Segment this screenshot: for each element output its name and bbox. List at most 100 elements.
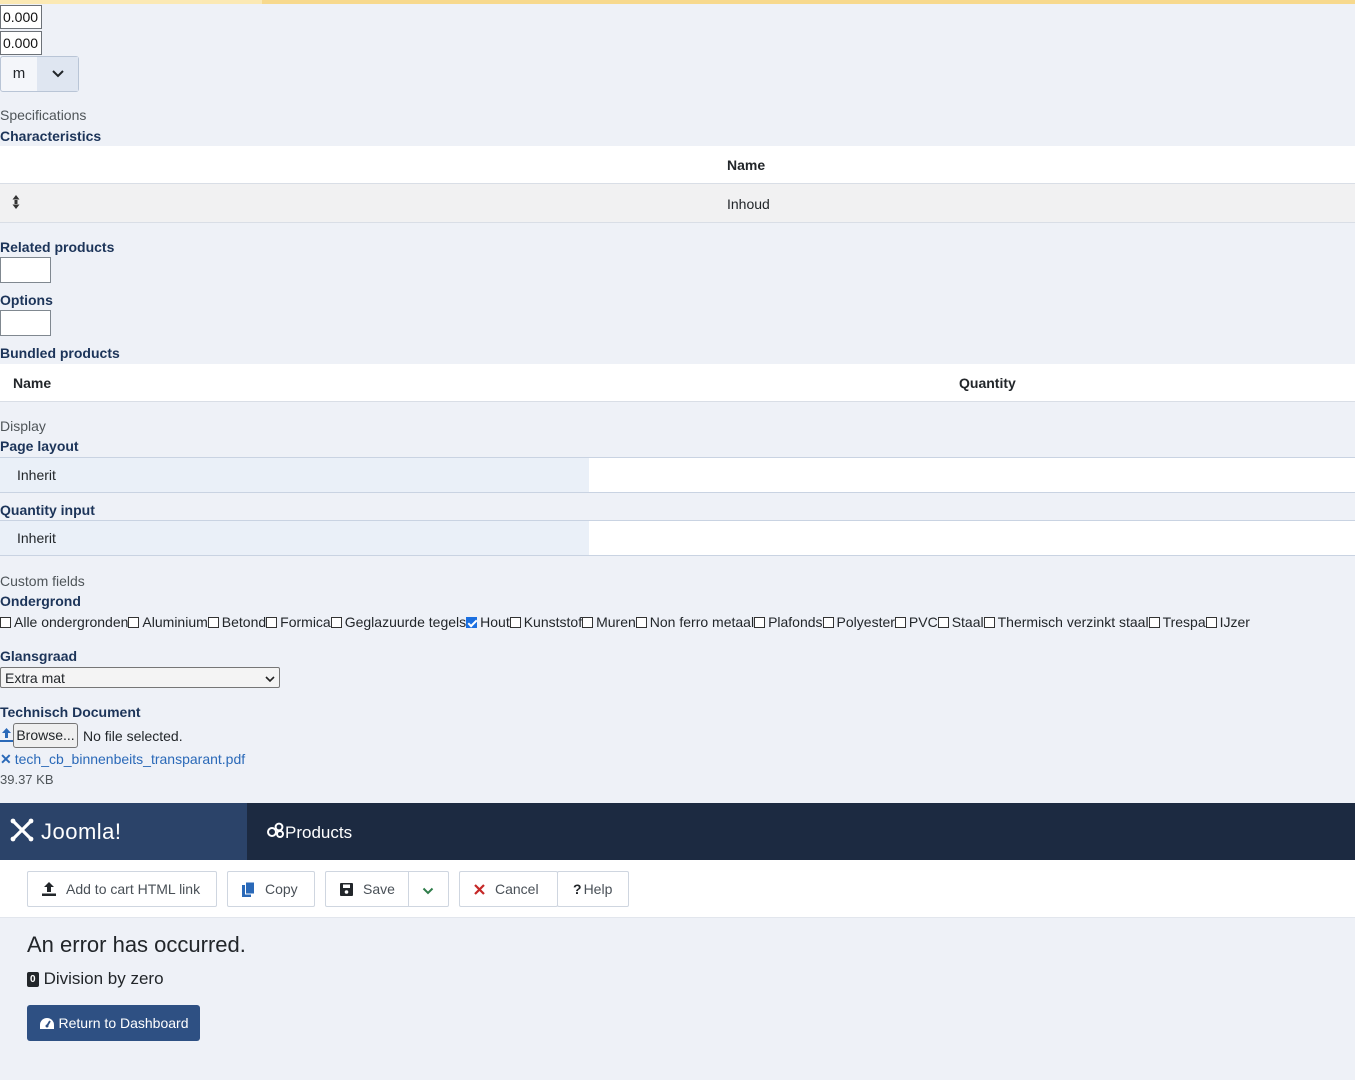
help-label: Help bbox=[583, 881, 613, 897]
cancel-button[interactable]: Cancel bbox=[459, 871, 558, 907]
ondergrond-option-label: Kunststof bbox=[523, 614, 583, 630]
ondergrond-option-label: IJzer bbox=[1219, 614, 1250, 630]
page-layout-select[interactable]: Inherit bbox=[0, 457, 1355, 493]
return-to-dashboard-label: Return to Dashboard bbox=[58, 1015, 189, 1031]
ondergrond-option-label: Alle ondergronden bbox=[14, 614, 129, 630]
display-section-label: Display bbox=[0, 418, 46, 434]
ondergrond-checkbox[interactable] bbox=[822, 616, 834, 628]
ondergrond-checkbox-group: Alle ondergronden Aluminium Betond Formica G… bbox=[0, 614, 1250, 630]
attached-file-link[interactable]: ✕ tech_cb_binnenbeits_transparant.pdf bbox=[0, 751, 245, 768]
page-title: Products bbox=[267, 822, 352, 843]
quantity-input-select[interactable]: Inherit bbox=[0, 520, 1355, 556]
ondergrond-option: Plafonds bbox=[754, 614, 823, 630]
ondergrond-option-label: Geglazuurde tegels bbox=[344, 614, 467, 630]
close-icon bbox=[474, 883, 485, 895]
ondergrond-checkbox[interactable] bbox=[128, 616, 140, 628]
glansgraad-select[interactable]: Extra mat bbox=[0, 667, 280, 688]
top-strip-accent bbox=[262, 0, 1355, 4]
bundled-products-label: Bundled products bbox=[0, 345, 120, 361]
ondergrond-checkbox[interactable] bbox=[509, 616, 521, 628]
remove-file-icon[interactable]: ✕ bbox=[0, 751, 12, 767]
ondergrond-option: Thermisch verzinkt staal bbox=[983, 614, 1149, 630]
quantity-input-option[interactable]: Inherit bbox=[0, 521, 589, 555]
ondergrond-option-label: Hout bbox=[480, 614, 510, 630]
ondergrond-checkbox[interactable] bbox=[207, 616, 219, 628]
width-input[interactable]: 0.000 bbox=[0, 31, 42, 55]
joomla-logo[interactable]: Joomla! bbox=[0, 803, 247, 860]
ondergrond-option: Betond bbox=[207, 614, 267, 630]
technisch-document-label: Technisch Document bbox=[0, 704, 141, 720]
upload-icon bbox=[0, 727, 13, 746]
ondergrond-option: IJzer bbox=[1205, 614, 1250, 630]
characteristics-label: Characteristics bbox=[0, 128, 102, 144]
glansgraad-value: Extra mat bbox=[5, 669, 65, 686]
save-icon bbox=[340, 882, 353, 896]
related-products-label: Related products bbox=[0, 239, 115, 255]
ondergrond-checkbox[interactable] bbox=[635, 616, 647, 628]
unit-select[interactable]: m bbox=[0, 56, 79, 92]
joomla-logo-text: Joomla! bbox=[41, 818, 122, 844]
drag-handle-icon[interactable] bbox=[11, 194, 21, 213]
ondergrond-option-label: Thermisch verzinkt staal bbox=[997, 614, 1149, 630]
column-header-name: Name bbox=[13, 375, 52, 391]
browse-button[interactable]: Browse... bbox=[13, 723, 78, 748]
chevron-down-icon[interactable] bbox=[422, 883, 434, 899]
ondergrond-option-label: Aluminium bbox=[142, 614, 208, 630]
ondergrond-checkbox[interactable] bbox=[582, 616, 594, 628]
ondergrond-option-label: PVC bbox=[908, 614, 938, 630]
cancel-label: Cancel bbox=[495, 881, 539, 897]
products-icon bbox=[267, 822, 285, 843]
attached-file-name: tech_cb_binnenbeits_transparant.pdf bbox=[14, 751, 246, 767]
save-label: Save bbox=[363, 881, 395, 897]
ondergrond-checkbox[interactable] bbox=[983, 616, 995, 628]
ondergrond-checkbox[interactable] bbox=[266, 616, 278, 628]
column-header-name: Name bbox=[727, 157, 766, 173]
ondergrond-checkbox[interactable] bbox=[466, 616, 478, 628]
ondergrond-checkbox[interactable] bbox=[754, 616, 766, 628]
ondergrond-option: Polyester bbox=[822, 614, 895, 630]
options-field[interactable] bbox=[0, 310, 51, 336]
ondergrond-checkbox[interactable] bbox=[1148, 616, 1160, 628]
copy-button[interactable]: Copy bbox=[227, 871, 315, 907]
ondergrond-option: Formica bbox=[266, 614, 331, 630]
file-size: 39.37 KB bbox=[0, 772, 54, 787]
column-header-quantity: Quantity bbox=[959, 375, 1016, 391]
ondergrond-option: Geglazuurde tegels bbox=[330, 614, 467, 630]
quantity-input-value: Inherit bbox=[17, 530, 56, 546]
page-layout-option[interactable]: Inherit bbox=[0, 458, 589, 492]
ondergrond-option: Aluminium bbox=[128, 614, 208, 630]
error-message: 0 Division by zero bbox=[27, 969, 164, 989]
ondergrond-checkbox[interactable] bbox=[330, 616, 342, 628]
table-row: Inhoud bbox=[0, 184, 1355, 223]
admin-header: Joomla! Products bbox=[0, 803, 1355, 860]
options-label: Options bbox=[0, 292, 53, 308]
custom-fields-section-label: Custom fields bbox=[0, 573, 85, 589]
ondergrond-option: Non ferro metaal bbox=[635, 614, 755, 630]
specifications-section-label: Specifications bbox=[0, 107, 87, 123]
ondergrond-option-label: Betond bbox=[221, 614, 267, 630]
related-products-field[interactable] bbox=[0, 257, 51, 283]
error-message-text: Division by zero bbox=[43, 969, 164, 988]
ondergrond-checkbox[interactable] bbox=[1205, 616, 1217, 628]
bundled-table-header: Name Quantity bbox=[0, 364, 1355, 402]
ondergrond-option-label: Non ferro metaal bbox=[649, 614, 755, 630]
add-to-cart-label: Add to cart HTML link bbox=[66, 881, 201, 897]
save-button[interactable]: Save bbox=[325, 871, 449, 907]
ondergrond-option: Staal bbox=[937, 614, 984, 630]
ondergrond-option-label: Muren bbox=[596, 614, 636, 630]
page-layout-value: Inherit bbox=[17, 467, 56, 483]
ondergrond-option-label: Staal bbox=[951, 614, 984, 630]
ondergrond-checkbox[interactable] bbox=[937, 616, 949, 628]
return-to-dashboard-button[interactable]: Return to Dashboard bbox=[27, 1005, 200, 1041]
ondergrond-option: Kunststof bbox=[509, 614, 583, 630]
help-button[interactable]: ? Help bbox=[557, 871, 629, 907]
page-title-text: Products bbox=[285, 822, 353, 842]
copy-label: Copy bbox=[265, 881, 298, 897]
dashboard-icon bbox=[39, 1017, 55, 1030]
ondergrond-checkbox[interactable] bbox=[0, 616, 11, 628]
length-input[interactable]: 0.000 bbox=[0, 5, 42, 29]
ondergrond-checkbox[interactable] bbox=[894, 616, 906, 628]
unit-select-value: m bbox=[12, 65, 26, 82]
add-to-cart-html-link-button[interactable]: Add to cart HTML link bbox=[27, 871, 217, 907]
ondergrond-option-label: Plafonds bbox=[768, 614, 823, 630]
